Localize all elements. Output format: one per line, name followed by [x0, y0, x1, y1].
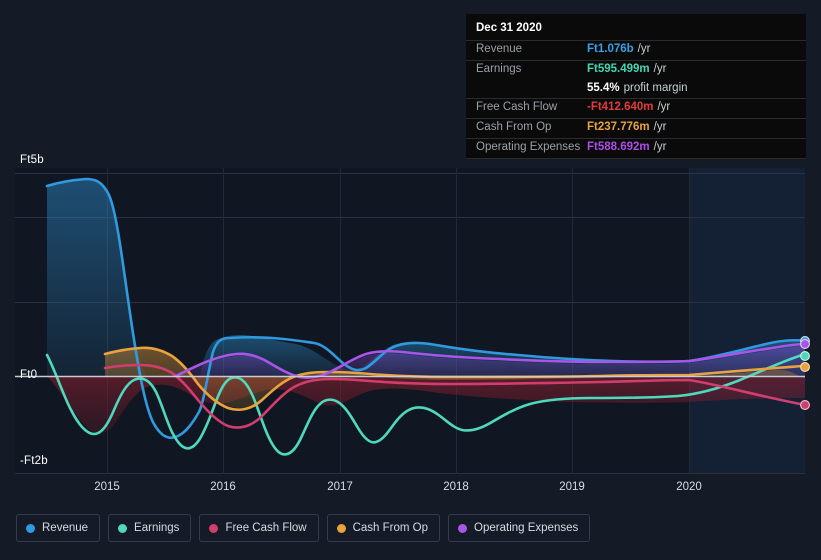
chart-page: Ft5b Ft0 -Ft2b 2015 2016 2017 2018 2019 …: [0, 0, 821, 560]
x-axis-tick-2016: 2016: [210, 481, 236, 493]
legend-item-revenue[interactable]: Revenue: [16, 514, 101, 542]
legend-item-cash-from-op[interactable]: Cash From Op: [326, 514, 441, 542]
legend-dot-revenue: [26, 523, 35, 533]
endpoint-free-cash-flow: [800, 400, 810, 410]
x-axis-labels: 2015 2016 2017 2018 2019 2020: [0, 481, 821, 501]
endpoint-operating-expenses: [800, 339, 810, 349]
tooltip-date: Dec 31 2020: [476, 22, 542, 34]
legend-item-operating-expenses[interactable]: Operating Expenses: [448, 514, 591, 542]
tooltip-unit-revenue: /yr: [637, 43, 651, 55]
plot-background: [15, 168, 805, 474]
x-axis-tick-2019: 2019: [559, 481, 585, 493]
endpoint-cash-from-op: [800, 362, 810, 372]
tooltip-key-earnings: Earnings: [476, 63, 522, 75]
legend-label-operating-expenses: Operating Expenses: [474, 521, 579, 534]
legend-dot-free-cash-flow: [209, 523, 219, 533]
tooltip-unit-earnings: /yr: [653, 63, 667, 75]
tooltip-value-profit-margin: 55.4%: [587, 82, 620, 94]
legend-label-earnings: Earnings: [134, 521, 180, 534]
tooltip-key-revenue: Revenue: [476, 43, 523, 55]
tooltip-bottom-divider: [466, 158, 806, 159]
legend-dot-cash-from-op: [336, 523, 346, 533]
legend-item-earnings[interactable]: Earnings: [108, 514, 192, 542]
y-axis-label-zero: Ft0: [20, 369, 38, 381]
tooltip-row-operating-expenses: Operating Expenses Ft588.692m /yr: [466, 138, 806, 158]
tooltip-unit-cash-from-op: /yr: [653, 121, 667, 133]
tooltip-row-revenue: Revenue Ft1.076b /yr: [466, 40, 806, 60]
highlight-band-2020: [689, 168, 805, 474]
tooltip-value-operating-expenses: Ft588.692m: [587, 141, 650, 153]
tooltip-unit-operating-expenses: /yr: [653, 141, 667, 153]
legend-label-cash-from-op: Cash From Op: [352, 521, 429, 534]
tooltip-value-cash-from-op: Ft237.776m: [587, 121, 650, 133]
tooltip-key-cash-from-op: Cash From Op: [476, 121, 552, 133]
x-axis-tick-2017: 2017: [327, 481, 353, 493]
chart-legend: Revenue Earnings Free Cash Flow Cash Fro…: [16, 514, 591, 542]
x-axis-tick-2018: 2018: [443, 481, 469, 493]
tooltip-key-free-cash-flow: Free Cash Flow: [476, 101, 558, 113]
tooltip-row-earnings: Earnings Ft595.499m /yr: [466, 60, 806, 80]
tooltip-label-profit-margin: profit margin: [623, 82, 688, 94]
legend-dot-earnings: [118, 523, 128, 533]
endpoint-earnings: [800, 351, 810, 361]
legend-label-revenue: Revenue: [42, 521, 89, 534]
tooltip-key-operating-expenses: Operating Expenses: [476, 141, 581, 153]
tooltip-value-free-cash-flow: -Ft412.640m: [587, 101, 654, 113]
legend-dot-operating-expenses: [458, 523, 468, 533]
x-axis-tick-2015: 2015: [94, 481, 120, 493]
tooltip-value-earnings: Ft595.499m: [587, 63, 650, 75]
tooltip-row-profit-margin: 55.4% profit margin: [466, 80, 806, 98]
y-axis-label-top: Ft5b: [20, 154, 44, 166]
tooltip-row-cash-from-op: Cash From Op Ft237.776m /yr: [466, 118, 806, 138]
x-axis-tick-2020: 2020: [676, 481, 702, 493]
tooltip-value-revenue: Ft1.076b: [587, 43, 634, 55]
chart-tooltip: Dec 31 2020 Revenue Ft1.076b /yr Earning…: [466, 14, 806, 159]
legend-label-free-cash-flow: Free Cash Flow: [225, 521, 307, 534]
tooltip-row-free-cash-flow: Free Cash Flow -Ft412.640m /yr: [466, 98, 806, 118]
y-axis-label-bottom: -Ft2b: [20, 455, 48, 467]
legend-item-free-cash-flow[interactable]: Free Cash Flow: [199, 514, 319, 542]
tooltip-unit-free-cash-flow: /yr: [657, 101, 671, 113]
